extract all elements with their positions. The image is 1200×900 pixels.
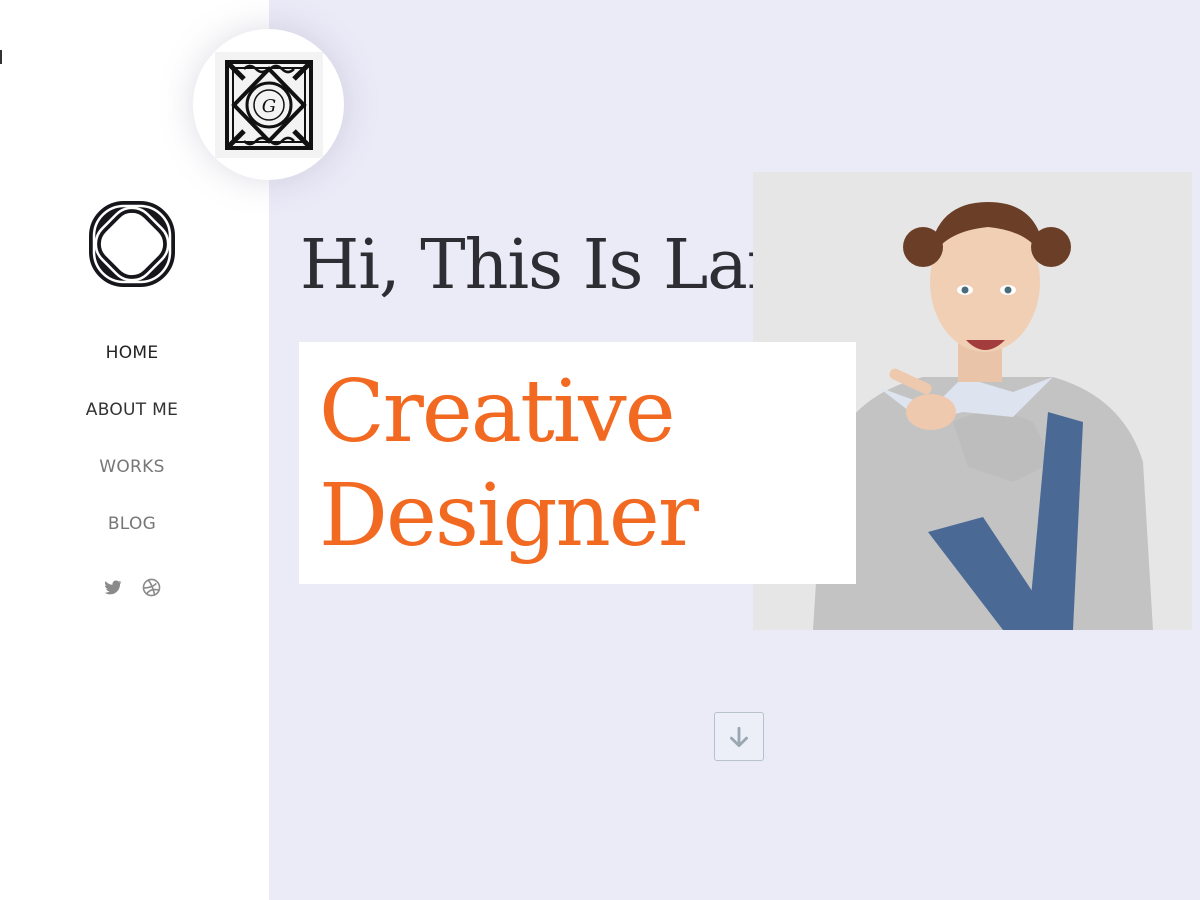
nav-link-blog[interactable]: BLOG <box>108 509 156 534</box>
nav-link-about-me[interactable]: ABOUT ME <box>86 395 178 420</box>
site-logo[interactable] <box>78 190 186 298</box>
hero-title: Hi, This Is Lara <box>300 226 819 305</box>
twitter-icon[interactable] <box>102 577 123 598</box>
scroll-down-button[interactable] <box>714 712 764 761</box>
nav-item-home: HOME <box>0 338 264 395</box>
nav-item-works: WORKS <box>0 452 264 509</box>
nav-item-about-me: ABOUT ME <box>0 395 264 452</box>
tagline-line-1: Creative <box>319 362 676 462</box>
nav-link-works[interactable]: WORKS <box>99 452 164 477</box>
dribbble-icon[interactable] <box>141 577 162 598</box>
gutenberg-badge[interactable]: G <box>193 29 344 180</box>
ornamental-g-logo-icon: G <box>225 60 313 150</box>
tagline-box: Creative Designer <box>299 342 856 584</box>
nav-link-home[interactable]: HOME <box>106 338 159 363</box>
tagline-line-2: Designer <box>319 466 699 566</box>
arrow-down-icon <box>730 726 748 747</box>
badge-logo-frame: G <box>215 52 323 158</box>
badge-letter: G <box>262 96 276 117</box>
edge-marker <box>0 50 2 64</box>
hero-tagline: Creative Designer <box>319 360 699 568</box>
social-links <box>102 577 162 598</box>
nav-item-blog: BLOG <box>0 509 264 566</box>
main-nav: HOME ABOUT ME WORKS BLOG <box>0 338 264 566</box>
